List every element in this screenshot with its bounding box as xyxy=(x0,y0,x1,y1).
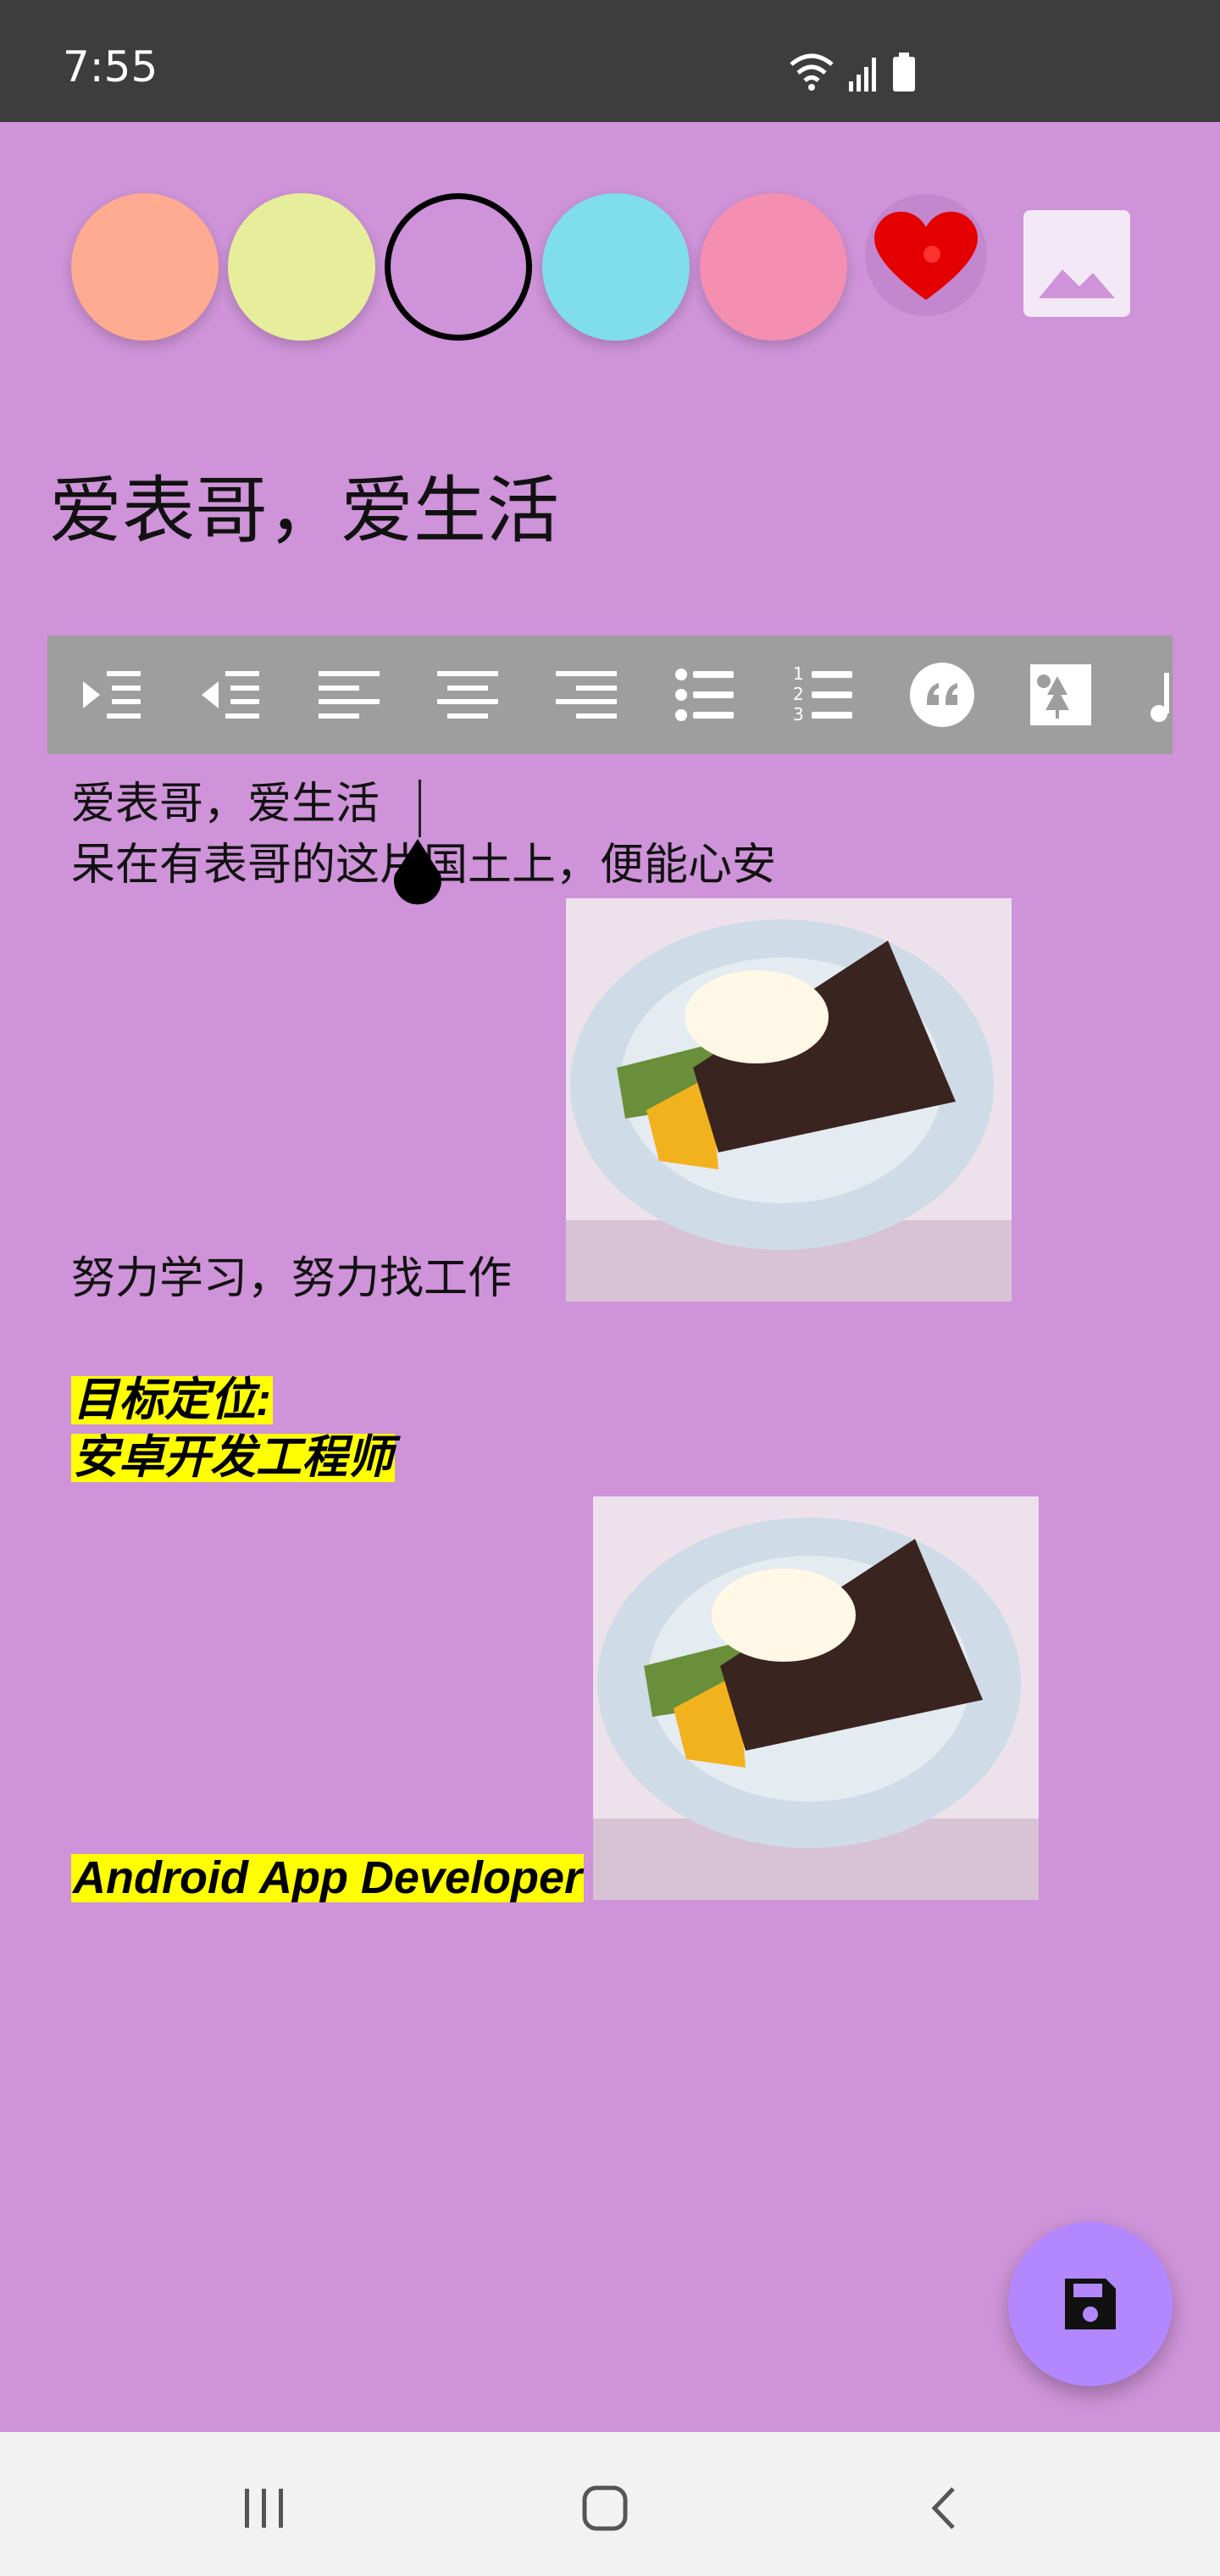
status-icons xyxy=(786,53,917,95)
color-swatch-purple-selected[interactable] xyxy=(385,193,532,341)
navigation-bar xyxy=(0,2432,1220,2576)
align-left-icon[interactable] xyxy=(315,661,383,729)
cursor-handle[interactable] xyxy=(388,839,447,908)
indent-icon[interactable] xyxy=(78,661,146,729)
align-right-icon[interactable] xyxy=(552,661,620,729)
heart-icon xyxy=(865,194,987,316)
signal-icon xyxy=(847,54,881,95)
status-bar: 7:55 xyxy=(0,0,1220,122)
outdent-icon[interactable] xyxy=(197,661,264,729)
editor-line-1[interactable]: 爱表哥，爱生活 xyxy=(71,778,380,830)
home-icon[interactable] xyxy=(563,2466,647,2551)
status-time: 7:55 xyxy=(63,42,158,92)
recents-icon[interactable] xyxy=(222,2466,307,2551)
svg-text:2: 2 xyxy=(793,684,804,704)
inserted-image-2[interactable] xyxy=(593,1496,1039,1900)
music-icon[interactable] xyxy=(1145,661,1173,729)
inserted-image[interactable] xyxy=(566,898,1012,1302)
color-swatch-pink[interactable] xyxy=(700,193,847,341)
save-icon xyxy=(1065,2279,1116,2329)
svg-text:1: 1 xyxy=(793,663,804,684)
align-center-icon[interactable] xyxy=(434,661,502,729)
favorite-button[interactable] xyxy=(862,192,990,319)
save-button[interactable] xyxy=(1008,2222,1173,2386)
highlighted-goal-label[interactable]: 目标定位: xyxy=(71,1376,273,1424)
note-title[interactable]: 爱表哥，爱生活 xyxy=(49,475,559,547)
formatting-toolbar: 1 2 3 xyxy=(47,636,1173,754)
wifi-icon xyxy=(786,51,837,95)
bullet-list-icon[interactable] xyxy=(671,661,739,729)
numbered-list-icon[interactable]: 1 2 3 xyxy=(790,661,857,729)
back-icon[interactable] xyxy=(903,2466,988,2551)
quote-icon[interactable] xyxy=(908,661,976,729)
color-swatch-cyan[interactable] xyxy=(542,193,690,341)
color-swatch-yellow[interactable] xyxy=(228,193,375,341)
image-icon xyxy=(1039,269,1115,298)
text-cursor xyxy=(419,780,421,837)
editor-line-3[interactable]: 努力学习，努力找工作 xyxy=(71,1252,512,1305)
color-swatch-peach[interactable] xyxy=(71,193,219,341)
add-image-button[interactable] xyxy=(1023,210,1130,317)
insert-image-icon[interactable] xyxy=(1027,661,1095,729)
battery-icon xyxy=(891,53,917,95)
highlighted-english-role[interactable]: Android App Developer xyxy=(71,1854,585,1902)
svg-text:3: 3 xyxy=(793,704,804,724)
highlighted-goal-role[interactable]: 安卓开发工程师 xyxy=(71,1434,395,1482)
